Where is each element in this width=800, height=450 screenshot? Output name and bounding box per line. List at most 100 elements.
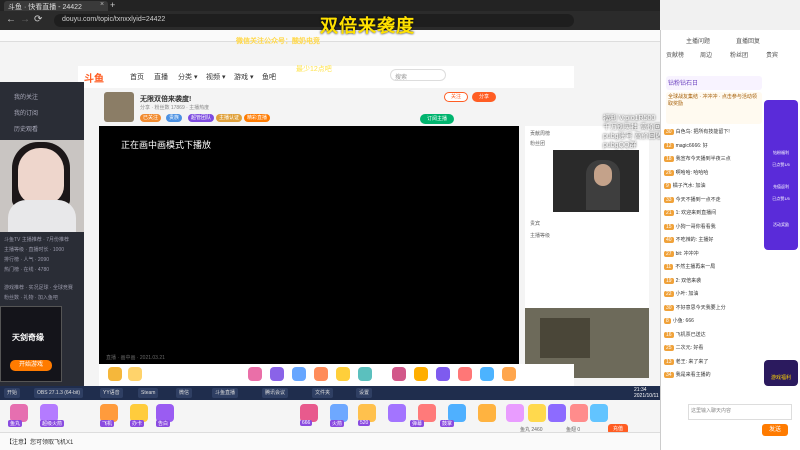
new-tab-button[interactable]: +	[110, 0, 115, 10]
chat-message[interactable]: 19 2: 双倍来袭	[664, 277, 768, 284]
gift-icon[interactable]	[502, 367, 516, 381]
chat-message[interactable]: 33 今天不播到一点不走	[664, 196, 768, 203]
task-item[interactable]: YY语音	[100, 388, 123, 398]
chat-message[interactable]: 25 二次元: 好看	[664, 344, 768, 351]
chat-message[interactable]: 27 bit: 冲冲冲	[664, 250, 768, 257]
task-item[interactable]: Steam	[138, 388, 159, 398]
side-subtab[interactable]: 贵宾	[766, 50, 778, 59]
promo-item[interactable]: 已点赞1/5	[766, 196, 796, 202]
subscribe-button[interactable]: 订阅主播	[420, 114, 454, 124]
side-subtab[interactable]: 周边	[700, 50, 712, 59]
event-card[interactable]: 全球战友集结 · 冲冲冲 · 点击参与活动领取奖励	[666, 92, 762, 124]
chat-message[interactable]: 30 白色鸟: 把所有技能留下!	[664, 128, 768, 135]
chat-message[interactable]: 8 小鱼: 666	[664, 317, 768, 324]
task-item[interactable]: 腾讯会议	[262, 388, 289, 398]
gift-icon[interactable]	[590, 404, 608, 422]
site-logo[interactable]: 斗鱼	[84, 70, 104, 85]
chat-message[interactable]: 12 magic6666: 好	[664, 142, 768, 149]
task-start[interactable]: 开始	[4, 388, 21, 398]
side-tab[interactable]: 直播回复	[736, 36, 760, 45]
gift-icon[interactable]	[480, 367, 494, 381]
rank-tab[interactable]: 贡献周榜	[530, 130, 550, 137]
sidebar-row[interactable]: 热门榜 · 在线 · 4780	[4, 266, 80, 273]
sidebar-row[interactable]: 粉丝数 · 礼物 · 加入鱼吧	[4, 294, 80, 301]
rank-tab[interactable]: 粉丝团	[530, 140, 545, 147]
task-item[interactable]: 微信	[176, 388, 193, 398]
chat-message[interactable]: 26 啊哈哈: 哈哈哈	[664, 169, 768, 176]
gift-icon[interactable]	[314, 367, 328, 381]
promo-item[interactable]: 活动奖励	[766, 222, 796, 228]
chat-message[interactable]: 22 小叶: 加油	[664, 290, 768, 297]
promo-item[interactable]: 已点赞1/5	[766, 162, 796, 168]
video-player[interactable]	[99, 126, 519, 364]
chat-message[interactable]: 15 小狗一哥你看看我	[664, 223, 768, 230]
reload-icon[interactable]: ⟳	[34, 14, 42, 25]
chat-message[interactable]: 34 我是来看主播的	[664, 371, 768, 378]
back-icon[interactable]: ←	[6, 14, 16, 25]
chat-input[interactable]: 这里输入聊天内容	[688, 404, 792, 420]
sidebar-row[interactable]: 排行榜 · 人气 · 2090	[4, 256, 80, 263]
gift-icon[interactable]	[436, 367, 450, 381]
gift-icon[interactable]	[336, 367, 350, 381]
chat-message[interactable]: 21 1: 欢迎来到直播间	[664, 209, 768, 216]
game-ad-button[interactable]: 开始游戏	[10, 360, 52, 371]
gift-icon[interactable]	[528, 404, 546, 422]
sidebar-item-following[interactable]: 我的关注	[14, 92, 38, 101]
follow-button[interactable]: 关注	[444, 92, 468, 102]
nav-category[interactable]: 分类 ▾	[178, 72, 197, 82]
promo-badge[interactable]: 游戏福利	[764, 360, 798, 386]
gift-icon[interactable]	[388, 404, 406, 422]
gift-icon[interactable]	[270, 367, 284, 381]
chat-message[interactable]: 40 不吃辣的: 主播好	[664, 236, 768, 243]
gift-icon[interactable]	[392, 367, 406, 381]
gift-icon[interactable]	[570, 404, 588, 422]
streamer-avatar[interactable]	[104, 92, 134, 122]
side-tab[interactable]: 主播问题	[686, 36, 710, 45]
share-button[interactable]: 分享	[472, 92, 496, 102]
nav-video[interactable]: 视频 ▾	[206, 72, 225, 82]
send-button[interactable]: 发送	[762, 424, 788, 436]
sidebar-row[interactable]: 主播等级 · 直播时长 · 1000	[4, 246, 80, 253]
gift-icon[interactable]	[414, 367, 428, 381]
url-field[interactable]: douyu.com/topic/txnxxlyid=24422	[54, 14, 574, 27]
task-item[interactable]: OBS 27.1.3 (64-bit)	[34, 388, 84, 398]
chat-message[interactable]: 13 老王: 来了来了	[664, 358, 768, 365]
task-item[interactable]: 文件夹	[312, 388, 334, 398]
chat-message[interactable]: 18 我宣布今天播到半夜三点	[664, 155, 768, 162]
gift-icon[interactable]	[548, 404, 566, 422]
chat-message[interactable]: 30 不好意思今天我要上分	[664, 304, 768, 311]
nav-yuba[interactable]: 鱼吧	[262, 72, 276, 82]
nav-home[interactable]: 首页	[130, 72, 144, 82]
fan-rank-card[interactable]: 钻粉钻石日	[666, 76, 762, 90]
gift-icon[interactable]	[506, 404, 524, 422]
sidebar-row[interactable]: 斗鱼TV 主播推荐 · 7月份推荐	[4, 236, 80, 243]
chat-message[interactable]: 11 不然主播再来一局	[664, 263, 768, 270]
promo-item[interactable]: 充值返利	[766, 184, 796, 190]
gift-icon[interactable]	[292, 367, 306, 381]
gift-icon[interactable]	[128, 367, 142, 381]
forward-icon[interactable]: →	[20, 14, 30, 25]
sidebar-item-subscriptions[interactable]: 我的订阅	[14, 108, 38, 117]
chat-message[interactable]: 9 橘子汽水: 加油	[664, 182, 768, 189]
gift-icon[interactable]	[358, 367, 372, 381]
task-item[interactable]: 设置	[356, 388, 373, 398]
promo-item[interactable]: 钻粉福利	[766, 150, 796, 156]
sidebar-item-history[interactable]: 历史观看	[14, 124, 38, 133]
nav-live[interactable]: 直播	[154, 72, 168, 82]
nav-games[interactable]: 游戏 ▾	[234, 72, 253, 82]
browser-tab[interactable]: 斗鱼 · 快看直播 - 24422	[4, 1, 108, 11]
gift-icon[interactable]	[248, 367, 262, 381]
side-subtab[interactable]: 贡献榜	[666, 50, 684, 59]
gift-icon[interactable]	[108, 367, 122, 381]
close-tab-icon[interactable]: ×	[100, 1, 104, 8]
rank-tab[interactable]: 主播等级	[530, 232, 550, 239]
rank-tab[interactable]: 贵宾	[530, 220, 540, 227]
chat-message[interactable]: 16 飞机票已送达	[664, 331, 768, 338]
gift-icon[interactable]	[478, 404, 496, 422]
side-subtab[interactable]: 粉丝团	[730, 50, 748, 59]
chat-message-text: 不好意思今天我要上分	[675, 304, 726, 311]
task-item[interactable]: 斗鱼直播	[212, 388, 239, 398]
search-input[interactable]: 搜索	[390, 69, 446, 81]
gift-icon[interactable]	[458, 367, 472, 381]
sidebar-row[interactable]: 游戏推荐 · 实况足球 · 全球竞赛	[4, 284, 80, 291]
